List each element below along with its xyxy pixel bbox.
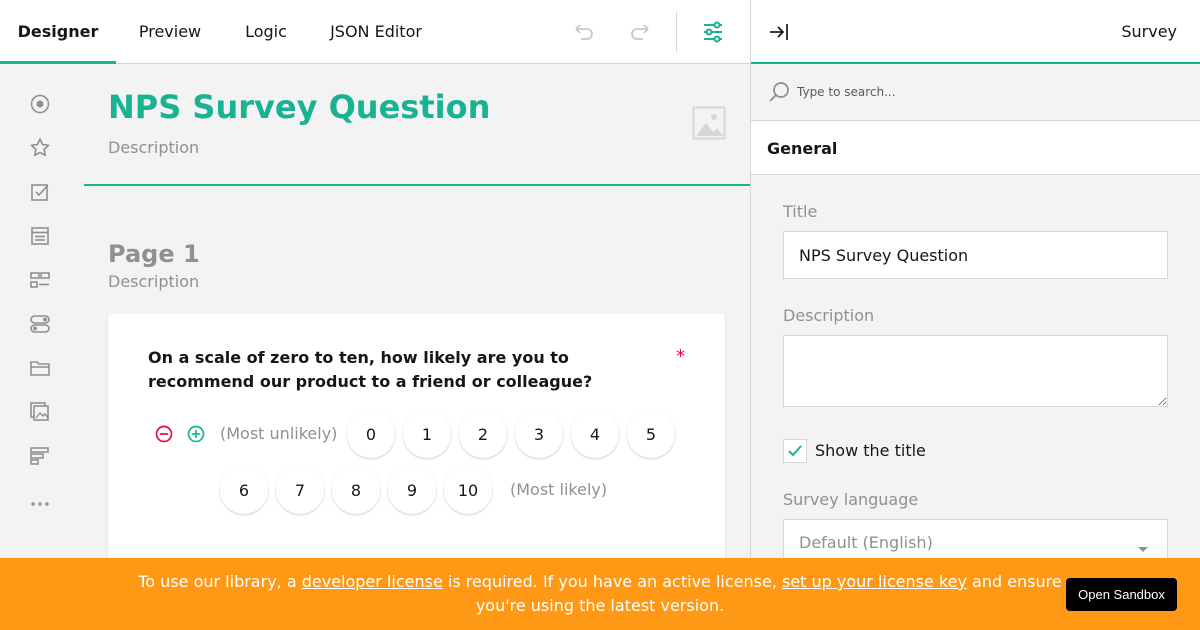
section-title: General (767, 139, 838, 158)
design-canvas: NPS Survey Question Description Page 1 D… (84, 64, 750, 630)
rate-item[interactable]: 0 (347, 410, 395, 458)
show-title-checkbox[interactable] (783, 439, 807, 463)
rate-item[interactable]: 3 (515, 410, 563, 458)
property-panel: Survey General Title Description Show th… (750, 0, 1200, 630)
description-field[interactable] (783, 335, 1168, 407)
rate-item[interactable]: 5 (627, 410, 675, 458)
file-icon[interactable] (24, 352, 56, 384)
license-banner: To use our library, a developer license … (0, 558, 1200, 630)
survey-description[interactable]: Description (108, 138, 199, 157)
tagbox-icon[interactable] (24, 264, 56, 296)
property-search (751, 64, 1200, 120)
tab-preview[interactable]: Preview (116, 0, 224, 64)
toolbar-divider (676, 12, 677, 52)
banner-text-part: To use our library, a (138, 572, 302, 591)
title-label: Title (783, 202, 818, 221)
page-title[interactable]: Page 1 (108, 240, 200, 268)
min-rate-label[interactable]: (Most unlikely) (220, 424, 337, 443)
tab-designer[interactable]: Designer (0, 0, 116, 64)
question-title[interactable]: On a scale of zero to ten, how likely ar… (148, 346, 648, 394)
language-label: Survey language (783, 490, 919, 509)
show-title-label[interactable]: Show the title (815, 441, 926, 460)
image-placeholder-icon[interactable] (692, 106, 726, 144)
toolbox (0, 64, 84, 630)
settings-sliders-icon[interactable] (697, 16, 729, 48)
page-description[interactable]: Description (108, 272, 199, 291)
chevron-down-icon (1137, 539, 1149, 558)
rating-question[interactable]: On a scale of zero to ten, how likely ar… (108, 314, 725, 574)
undo-icon[interactable] (568, 16, 600, 48)
open-sandbox-button[interactable]: Open Sandbox (1066, 578, 1177, 611)
search-input[interactable] (797, 78, 1177, 106)
rate-item[interactable]: 8 (332, 466, 380, 514)
add-rate-icon[interactable] (186, 424, 206, 444)
description-label: Description (783, 306, 875, 325)
collapse-panel-icon[interactable] (763, 16, 795, 48)
ranking-icon[interactable] (24, 440, 56, 472)
rate-item[interactable]: 7 (276, 466, 324, 514)
dropdown-icon[interactable] (24, 220, 56, 252)
survey-title[interactable]: NPS Survey Question (108, 88, 490, 126)
rate-item[interactable]: 4 (571, 410, 619, 458)
checkbox-icon[interactable] (24, 176, 56, 208)
banner-text-part: is required. If you have an active licen… (442, 572, 782, 591)
rating-icon[interactable] (24, 132, 56, 164)
rate-item[interactable]: 6 (220, 466, 268, 514)
section-general[interactable]: General (751, 120, 1200, 175)
remove-rate-icon[interactable] (154, 424, 174, 444)
designer-area: Designer Preview Logic JSON Editor NPS S… (0, 0, 750, 630)
boolean-icon[interactable] (24, 308, 56, 340)
selected-object-name[interactable]: Survey (1121, 0, 1177, 64)
imagepicker-icon[interactable] (24, 396, 56, 428)
rate-item[interactable]: 9 (388, 466, 436, 514)
redo-icon[interactable] (624, 16, 656, 48)
radiogroup-icon[interactable] (24, 88, 56, 120)
survey-header: NPS Survey Question Description (84, 64, 750, 186)
search-icon (767, 80, 791, 108)
required-mark: * (676, 346, 685, 367)
more-icon[interactable] (24, 488, 56, 520)
rate-item[interactable]: 2 (459, 410, 507, 458)
tab-logic[interactable]: Logic (224, 0, 308, 64)
max-rate-label[interactable]: (Most likely) (510, 480, 607, 499)
property-panel-header: Survey (751, 0, 1200, 64)
rate-item[interactable]: 10 (444, 466, 492, 514)
top-toolbar: Designer Preview Logic JSON Editor (0, 0, 750, 64)
banner-text: To use our library, a developer license … (130, 570, 1070, 618)
title-field[interactable] (783, 231, 1168, 279)
developer-license-link[interactable]: developer license (302, 572, 443, 591)
rate-item[interactable]: 1 (403, 410, 451, 458)
license-key-link[interactable]: set up your license key (782, 572, 967, 591)
tab-json-editor[interactable]: JSON Editor (308, 0, 444, 64)
